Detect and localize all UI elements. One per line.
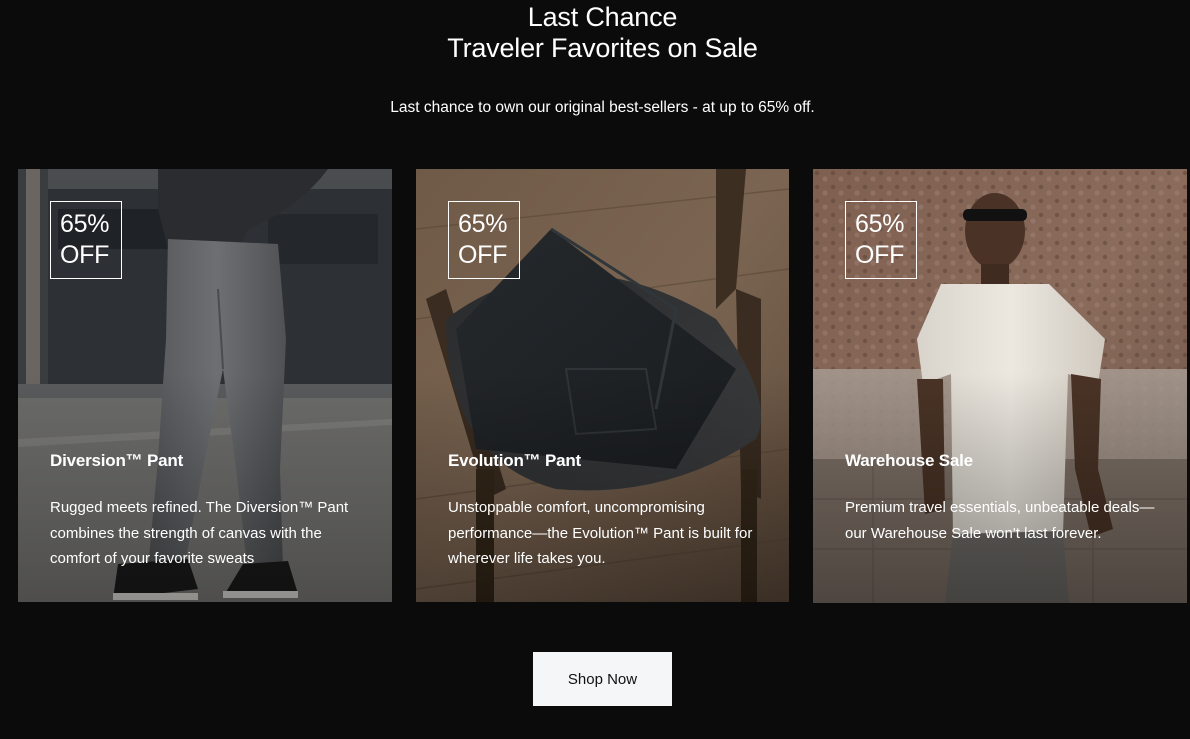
product-cards: 65% OFF Diversion™ Pant Rugged meets ref… [18, 169, 1190, 603]
section-subtitle: Last chance to own our original best-sel… [390, 99, 815, 116]
discount-badge: 65% OFF [845, 201, 917, 279]
heading-line-2: Traveler Favorites on Sale [447, 33, 758, 63]
discount-badge: 65% OFF [50, 201, 122, 279]
heading-line-1: Last Chance [527, 2, 678, 32]
section-heading: Last Chance Traveler Favorites on Sale [0, 0, 1190, 64]
badge-percent: 65% [458, 210, 508, 238]
badge-percent: 65% [855, 210, 905, 238]
card-description: Rugged meets refined. The Diversion™ Pan… [50, 499, 349, 567]
product-card-diversion-pant[interactable]: 65% OFF Diversion™ Pant Rugged meets ref… [18, 169, 392, 602]
card-title: Diversion™ Pant [50, 451, 184, 470]
badge-percent: 65% [60, 210, 110, 238]
discount-badge: 65% OFF [448, 201, 520, 279]
card-shade [813, 373, 1187, 603]
shop-now-button[interactable]: Shop Now [533, 652, 672, 706]
badge-off: OFF [60, 241, 110, 269]
product-card-evolution-pant[interactable]: 65% OFF Evolution™ Pant Unstoppable comf… [416, 169, 789, 602]
product-card-warehouse-sale[interactable]: 65% OFF Warehouse Sale Premium travel es… [813, 169, 1187, 603]
card-title: Warehouse Sale [845, 451, 973, 470]
badge-off: OFF [458, 241, 508, 269]
badge-off: OFF [855, 241, 905, 269]
card-title: Evolution™ Pant [448, 451, 582, 470]
card-description: Premium travel essentials, unbeatable de… [845, 499, 1155, 542]
card-description: Unstoppable comfort, uncompromising perf… [448, 499, 753, 567]
